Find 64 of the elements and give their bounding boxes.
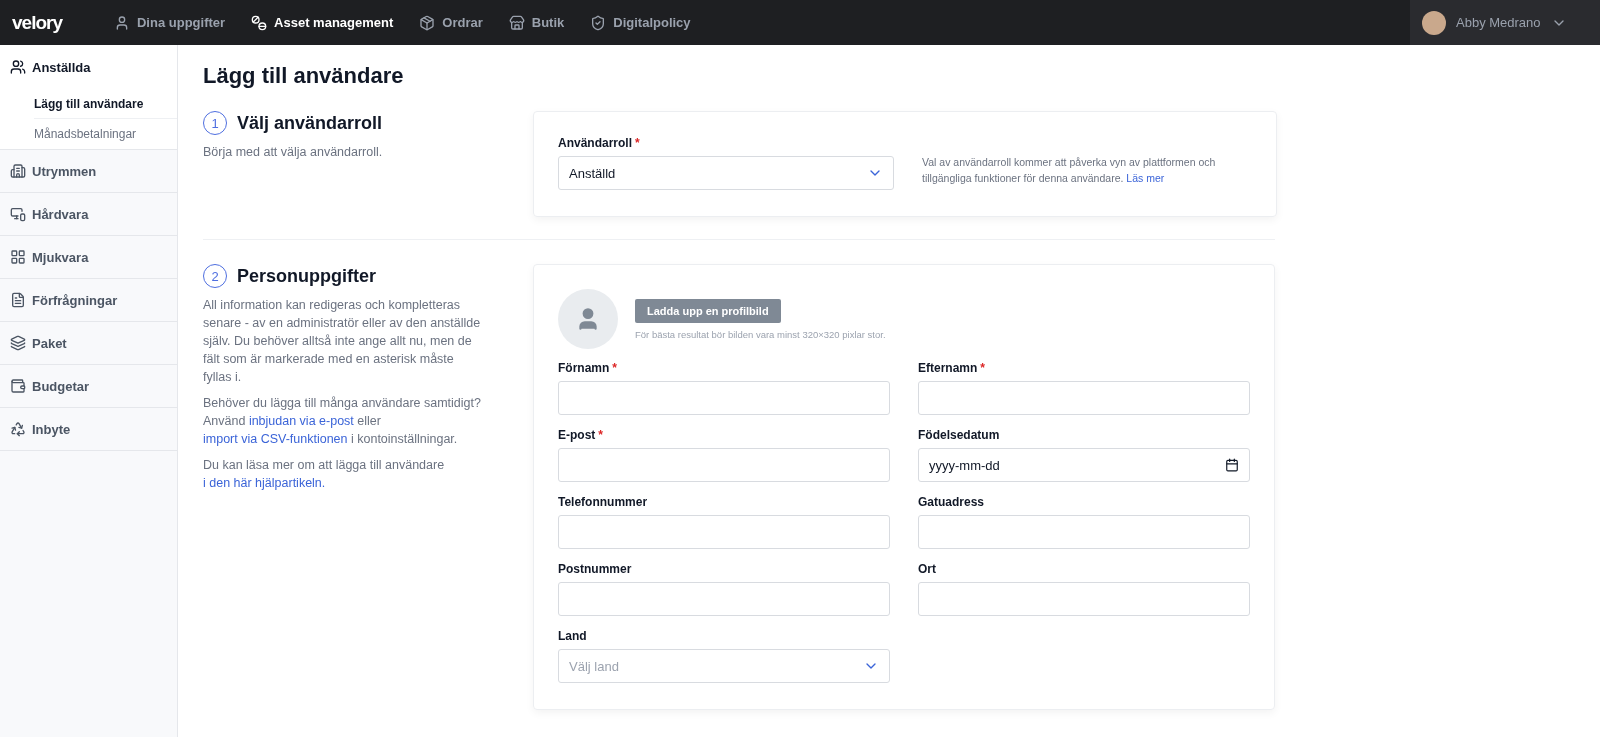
nav-tab[interactable]: Digitalpolicy xyxy=(590,14,691,31)
section-title: Välj användarroll xyxy=(237,112,383,134)
recycle-icon xyxy=(10,421,26,437)
sidebar-item[interactable]: Inbyte xyxy=(0,408,177,451)
text-link[interactable]: Läs mer xyxy=(1126,172,1165,184)
shield-icon xyxy=(590,14,607,31)
input-field[interactable] xyxy=(558,515,890,549)
sidebar-item[interactable]: Utrymmen xyxy=(0,150,177,193)
section-description: Du kan läsa mer om att lägga till användare i den här hjälpartikeln. xyxy=(203,457,446,492)
sidebar-item[interactable]: Mjukvara xyxy=(0,236,177,279)
nav-tab[interactable]: Ordrar xyxy=(419,14,483,31)
field-label: Postnummer xyxy=(558,562,633,576)
user-name: Abby Medrano xyxy=(1456,15,1541,30)
grid-icon xyxy=(10,249,26,265)
text-link[interactable]: import via CSV-funktionen xyxy=(203,432,348,446)
page-title: Lägg till användare xyxy=(203,63,405,89)
sidebar-subitem[interactable]: Lägg till användare xyxy=(34,89,177,119)
date-field[interactable]: yyyy-mm-dd xyxy=(918,448,1250,482)
logo[interactable]: velory xyxy=(12,11,62,34)
field-label: Användarroll * xyxy=(558,136,641,150)
avatar xyxy=(1422,10,1446,35)
field-label: Gatuadress xyxy=(918,495,986,509)
input-field[interactable] xyxy=(918,381,1250,415)
store-icon xyxy=(508,14,525,31)
field-label: Land xyxy=(558,629,588,643)
upload-button[interactable]: Ladda upp en profilbild xyxy=(635,298,781,323)
input-field[interactable] xyxy=(558,381,890,415)
role-select[interactable]: Anställd xyxy=(558,156,894,190)
sidebar-item[interactable]: Förfrågningar xyxy=(0,279,177,322)
sidebar-item[interactable]: Hårdvara xyxy=(0,193,177,236)
building-icon xyxy=(10,163,26,179)
section-description: Behöver du lägga till många användare samtidigt? Använd inbjudan via e-post eller import via CSV-funktionen i kontoinställningar. xyxy=(203,395,482,448)
nav-tab[interactable]: Dina uppgifter xyxy=(114,14,226,31)
input-field[interactable] xyxy=(558,448,890,482)
nav-tab[interactable]: Asset management xyxy=(251,14,394,31)
wallet-icon xyxy=(10,378,26,394)
sidebar-subitem[interactable]: Månadsbetalningar xyxy=(34,119,177,149)
document-icon xyxy=(10,292,26,308)
input-field[interactable] xyxy=(918,582,1250,616)
text-link[interactable]: i den här hjälpartikeln. xyxy=(203,476,326,490)
input-field[interactable] xyxy=(558,582,890,616)
field-label: E-post * xyxy=(558,428,604,442)
box-icon xyxy=(419,14,436,31)
user-icon xyxy=(114,14,130,31)
sidebar-item[interactable]: Budgetar xyxy=(0,365,177,408)
input-field[interactable] xyxy=(918,515,1250,549)
field-label: Födelsedatum xyxy=(918,428,1001,442)
field-label: Förnamn * xyxy=(558,361,618,375)
calendar-icon xyxy=(1225,458,1239,472)
help-text: Val av användarroll kommer att påverka vyn av plattformen och tillgängliga funktioner för denna användare. Läs mer xyxy=(922,155,1217,186)
upload-hint: För bästa resultat bör bilden vara minst 320×320 pixlar stor. xyxy=(635,328,886,340)
sidebar-item[interactable]: Anställda xyxy=(0,45,177,89)
user-menu[interactable]: Abby Medrano xyxy=(1410,0,1600,45)
field-label: Efternamn * xyxy=(918,361,986,375)
users-icon xyxy=(10,59,26,75)
text-link[interactable]: inbjudan via e-post xyxy=(248,414,354,428)
section-description: Börja med att välja användarroll. xyxy=(203,144,384,161)
field-label: Ort xyxy=(918,562,937,576)
layers-icon xyxy=(10,335,26,351)
section-description: All information kan redigeras och kompletteras senare - av en administratör eller av den anställde själv. Du behöver alltså inte ange allt nu, men de fält som är markerade med en asterisk måste fyllas i. xyxy=(203,297,482,386)
nav-tab[interactable]: Butik xyxy=(508,14,565,31)
field-label: Telefonnummer xyxy=(558,495,649,509)
section-title: Personuppgifter xyxy=(237,265,376,287)
sidebar-item[interactable]: Paket xyxy=(0,322,177,365)
